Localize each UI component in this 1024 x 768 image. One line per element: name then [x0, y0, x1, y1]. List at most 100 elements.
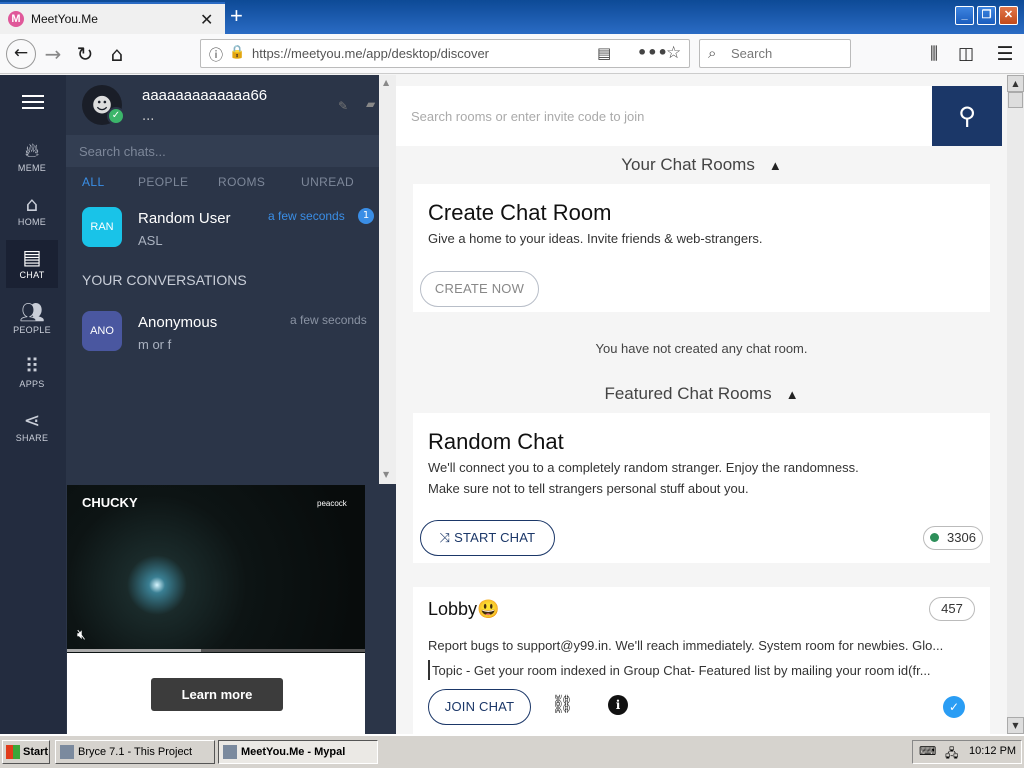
scroll-thumb[interactable] — [1008, 92, 1023, 108]
taskbar-item-mypal[interactable]: MeetYou.Me - Mypal — [218, 740, 378, 764]
ad-progress-bar — [67, 649, 365, 652]
filter-tab-all[interactable]: ALL — [82, 175, 105, 189]
info-icon[interactable]: ⓘ — [209, 45, 223, 65]
chat-list-scrollbar[interactable]: ▲ ▼ — [379, 75, 396, 484]
reload-button[interactable]: ↻ — [70, 39, 100, 69]
conversation-avatar: RAN — [82, 207, 122, 247]
profile-status[interactable]: ... — [142, 109, 154, 124]
link-icon[interactable]: ⛓︎ — [551, 694, 574, 715]
card-title: Create Chat Room — [428, 200, 612, 225]
card-description: Give a home to your ideas. Invite friend… — [428, 231, 763, 246]
window-minimize-button[interactable]: _ — [955, 6, 974, 25]
scroll-down-icon[interactable]: ▼ — [1007, 717, 1024, 734]
message-icon[interactable]: ▰ — [366, 97, 375, 111]
member-count-badge: 457 — [929, 597, 975, 621]
rail-item-chat[interactable]: ▤ CHAT — [6, 240, 58, 288]
tab-close-icon[interactable]: ✕ — [200, 10, 213, 30]
online-check-icon: ✓ — [107, 107, 125, 125]
filter-tab-people[interactable]: PEOPLE — [138, 175, 188, 189]
rail-menu-icon[interactable] — [22, 95, 44, 113]
rail-item-people[interactable]: 👥︎ PEOPLE — [6, 295, 58, 343]
taskbar-item-bryce[interactable]: Bryce 7.1 - This Project — [55, 740, 215, 764]
card-description: Make sure not to tell strangers personal… — [428, 481, 749, 496]
create-now-button[interactable]: CREATE NOW — [420, 271, 539, 307]
card-title: Random Chat — [428, 429, 564, 454]
learn-more-button[interactable]: Learn more — [151, 678, 283, 711]
browser-search-placeholder: Search — [731, 46, 773, 61]
start-label: Start — [23, 746, 49, 758]
sidebar-toggle-icon[interactable]: ◫ — [951, 39, 981, 69]
chevron-up-icon[interactable]: ▲ — [786, 387, 799, 402]
share-icon: ⋖ — [23, 408, 41, 432]
featured-rooms-header[interactable]: Featured Chat Rooms ▲ — [396, 384, 1007, 404]
browser-tab[interactable]: M MeetYou.Me ✕ — [0, 2, 225, 34]
grid-icon: ⠿ — [24, 354, 40, 378]
rail-item-label: HOME — [17, 217, 47, 227]
filter-tab-rooms[interactable]: ROOMS — [218, 175, 265, 189]
people-icon: 👥︎ — [19, 300, 45, 324]
scroll-down-icon[interactable]: ▼ — [383, 470, 389, 479]
lock-icon[interactable]: 🔒 — [229, 45, 245, 60]
room-search-input[interactable] — [396, 86, 932, 146]
bookmark-star-icon[interactable]: ☆ — [666, 43, 681, 63]
ad-panel: CHUCKY peacock 🔇︎ Learn more — [66, 484, 396, 734]
conversation-time: a few seconds — [268, 209, 345, 223]
filter-tab-unread[interactable]: UNREAD — [301, 175, 354, 189]
lobby-room-card[interactable]: Lobby😃 457 Report bugs to support@y99.in… — [413, 587, 990, 734]
new-tab-button[interactable]: + — [230, 4, 243, 28]
back-button[interactable]: ← — [6, 39, 36, 69]
home-button[interactable]: ⌂ — [102, 39, 132, 69]
search-icon: ⚲ — [958, 102, 976, 130]
rail-item-apps[interactable]: ⠿ APPS — [6, 349, 58, 397]
url-bar[interactable]: ⓘ 🔒 https://meetyou.me/app/desktop/disco… — [200, 39, 690, 68]
online-dot-icon — [930, 533, 940, 542]
conversation-name: Random User — [138, 210, 231, 227]
reader-view-icon[interactable]: ▤ — [597, 44, 611, 62]
edit-icon[interactable]: ✎ — [338, 99, 348, 113]
shuffle-icon: ⤨ — [439, 530, 455, 545]
join-chat-button[interactable]: JOIN CHAT — [428, 689, 531, 725]
hamburger-menu-icon[interactable]: ☰ — [990, 39, 1020, 69]
rail-item-meme[interactable]: 🔥︎ MEME — [6, 133, 58, 181]
rail-item-home[interactable]: ⌂ HOME — [6, 187, 58, 235]
profile-username: aaaaaaaaaaaaa66 — [142, 87, 268, 104]
scroll-up-icon[interactable]: ▲ — [1007, 75, 1024, 92]
unread-badge: 1 — [358, 208, 374, 224]
network-icon[interactable]: 🖧 — [945, 744, 958, 765]
info-icon[interactable]: i — [608, 695, 628, 715]
verified-check-icon: ✓ — [943, 696, 965, 718]
forward-button[interactable]: → — [38, 39, 68, 69]
conversations-header: YOUR CONVERSATIONS — [82, 272, 247, 288]
system-tray: ⌨ 🖧 10:12 PM — [912, 740, 1022, 764]
window-maximize-button[interactable]: ❐ — [977, 6, 996, 25]
keyboard-icon[interactable]: ⌨ — [919, 744, 936, 758]
ad-video[interactable]: CHUCKY peacock 🔇︎ — [67, 485, 365, 653]
conversation-last-message: ASL — [138, 233, 163, 248]
room-search-button[interactable]: ⚲ — [932, 86, 1002, 146]
conversation-avatar: ANO — [82, 311, 122, 351]
chat-search-input[interactable] — [66, 135, 379, 167]
chevron-up-icon[interactable]: ▲ — [769, 158, 782, 173]
browser-tab-bar: M MeetYou.Me ✕ + _ ❐ ✕ — [0, 0, 1024, 34]
search-icon: ⌕ — [708, 44, 717, 62]
library-icon[interactable]: ⫼ — [919, 39, 949, 69]
rail-item-label: CHAT — [19, 270, 45, 280]
browser-search-box[interactable]: ⌕ Search — [699, 39, 851, 68]
create-room-card: Create Chat Room Give a home to your ide… — [413, 184, 990, 312]
main-scrollbar[interactable]: ▲ ▼ — [1007, 75, 1024, 734]
chat-icon: ▤ — [22, 245, 42, 269]
flame-icon: 🔥︎ — [24, 138, 40, 162]
scroll-up-icon[interactable]: ▲ — [383, 78, 389, 87]
url-text[interactable]: https://meetyou.me/app/desktop/discover — [252, 46, 489, 61]
rail-item-share[interactable]: ⋖ SHARE — [6, 403, 58, 451]
discover-main: ⚲ Your Chat Rooms ▲ Create Chat Room Give… — [396, 75, 1007, 734]
your-rooms-header[interactable]: Your Chat Rooms ▲ — [396, 155, 1007, 175]
mute-icon[interactable]: 🔇︎ — [77, 627, 86, 643]
button-label: START CHAT — [454, 530, 536, 545]
window-close-button[interactable]: ✕ — [999, 6, 1018, 25]
tab-title: MeetYou.Me — [31, 12, 98, 26]
page-actions-icon[interactable]: ••• — [637, 43, 668, 62]
start-chat-button[interactable]: ⤨ START CHAT — [420, 520, 555, 556]
card-description: We'll connect you to a completely random… — [428, 460, 859, 475]
start-button[interactable]: Start — [2, 740, 50, 764]
